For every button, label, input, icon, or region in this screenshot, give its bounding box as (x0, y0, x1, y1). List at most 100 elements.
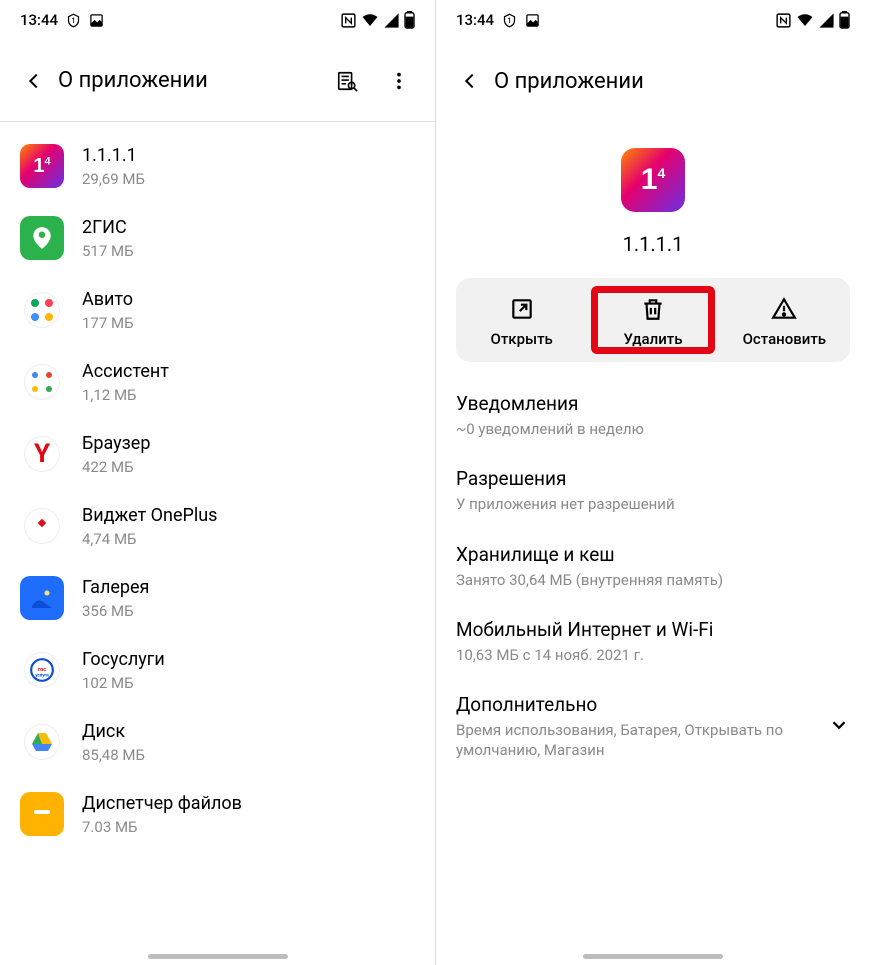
setting-notifications[interactable]: Уведомления ~0 уведомлений в неделю (456, 392, 850, 439)
chevron-left-icon (23, 70, 45, 92)
more-button[interactable] (377, 59, 421, 103)
delete-button[interactable]: Удалить (587, 296, 718, 348)
app-row[interactable]: Авито 177 МБ (0, 274, 435, 346)
list-search-icon (336, 70, 358, 92)
delete-label: Удалить (623, 330, 682, 348)
app-row[interactable]: Ассистент 1,12 МБ (0, 346, 435, 418)
search-apps-button[interactable] (325, 59, 369, 103)
app-size: 356 МБ (82, 602, 149, 620)
app-icon-disk (24, 724, 60, 760)
shield-icon: 1 (66, 13, 81, 28)
status-bar: 13:44 1 (0, 0, 435, 40)
app-size: 177 МБ (82, 314, 134, 332)
warning-icon (771, 296, 797, 322)
app-row[interactable]: Диспетчер файлов 7.03 МБ (0, 778, 435, 850)
status-time: 13:44 (20, 11, 58, 29)
detail-app-name: 1.1.1.1 (623, 232, 684, 256)
image-icon (525, 13, 540, 28)
app-name: Авито (82, 288, 134, 311)
stop-button[interactable]: Остановить (719, 296, 850, 348)
setting-title: Дополнительно (456, 693, 828, 716)
settings-list: Уведомления ~0 уведомлений в неделю Разр… (436, 362, 870, 761)
nfc-icon (775, 12, 792, 29)
svg-text:1: 1 (508, 17, 512, 25)
setting-title: Хранилище и кеш (456, 543, 850, 566)
app-icon-gallery (20, 576, 64, 620)
app-icon-avito (24, 292, 60, 328)
status-time: 13:44 (456, 11, 494, 29)
phone-right: 13:44 1 О приложении 14 1.1.1.1 Открыть (435, 0, 870, 965)
header: О приложении (436, 40, 870, 122)
app-row[interactable]: 14 1.1.1.1 29,69 МБ (0, 130, 435, 202)
setting-title: Уведомления (456, 392, 850, 415)
app-name: Браузер (82, 432, 150, 455)
shield-icon: 1 (502, 13, 517, 28)
setting-sub: Занято 30,64 МБ (внутренняя память) (456, 570, 850, 590)
app-row[interactable]: Y Браузер 422 МБ (0, 418, 435, 490)
app-row[interactable]: Диск 85,48 МБ (0, 706, 435, 778)
app-size: 422 МБ (82, 458, 150, 476)
setting-advanced[interactable]: Дополнительно Время использования, Батар… (456, 693, 850, 761)
header: О приложении (0, 40, 435, 122)
trash-icon (640, 296, 666, 322)
wifi-icon (796, 11, 814, 29)
more-vert-icon (388, 70, 410, 92)
app-name: Виджет OnePlus (82, 504, 217, 527)
app-name: Ассистент (82, 360, 169, 383)
setting-permissions[interactable]: Разрешения У приложения нет разрешений (456, 467, 850, 514)
signal-icon (818, 12, 835, 29)
status-bar: 13:44 1 (436, 0, 870, 40)
phone-left: 13:44 1 О приложении 14 (0, 0, 435, 965)
app-icon-widget (24, 508, 60, 544)
stop-label: Остановить (743, 330, 826, 348)
app-icon-hero: 14 (621, 148, 685, 212)
app-size: 102 МБ (82, 674, 165, 692)
app-name: Диспетчер файлов (82, 792, 242, 815)
app-size: 29,69 МБ (82, 170, 145, 188)
app-size: 517 МБ (82, 242, 134, 260)
nav-pill[interactable] (148, 954, 288, 959)
app-row[interactable]: 2ГИС 517 МБ (0, 202, 435, 274)
nav-pill[interactable] (583, 954, 723, 959)
app-row[interactable]: Галерея 356 МБ (0, 562, 435, 634)
setting-storage[interactable]: Хранилище и кеш Занято 30,64 МБ (внутрен… (456, 543, 850, 590)
setting-data[interactable]: Мобильный Интернет и Wi-Fi 10,63 МБ с 14… (456, 618, 850, 665)
app-list[interactable]: 14 1.1.1.1 29,69 МБ 2ГИС 517 МБ Авито 17… (0, 122, 435, 965)
open-button[interactable]: Открыть (456, 296, 587, 348)
app-icon-browser: Y (24, 436, 60, 472)
open-label: Открыть (491, 330, 553, 348)
app-name: Госуслуги (82, 648, 165, 671)
open-icon (509, 296, 535, 322)
action-bar: Открыть Удалить Остановить (456, 278, 850, 362)
chevron-down-icon (828, 714, 850, 740)
app-name: 2ГИС (82, 216, 134, 239)
setting-sub: Время использования, Батарея, Открывать … (456, 720, 828, 761)
app-name: Галерея (82, 576, 149, 599)
app-icon-2gis (20, 216, 64, 260)
app-size: 4,74 МБ (82, 530, 217, 548)
chevron-left-icon (459, 70, 481, 92)
setting-title: Разрешения (456, 467, 850, 490)
app-name: 1.1.1.1 (82, 144, 145, 167)
battery-icon (839, 11, 850, 29)
app-name: Диск (82, 720, 145, 743)
setting-sub: ~0 уведомлений в неделю (456, 419, 850, 439)
back-button[interactable] (450, 61, 490, 101)
wifi-icon (361, 11, 379, 29)
setting-sub: 10,63 МБ с 14 нояб. 2021 г. (456, 645, 850, 665)
page-title: О приложении (58, 68, 208, 93)
app-row[interactable]: Виджет OnePlus 4,74 МБ (0, 490, 435, 562)
app-size: 7.03 МБ (82, 818, 242, 836)
battery-icon (404, 11, 415, 29)
svg-text:1: 1 (72, 17, 76, 25)
signal-icon (383, 12, 400, 29)
image-icon (89, 13, 104, 28)
nfc-icon (340, 12, 357, 29)
app-detail: 14 1.1.1.1 Открыть Удалить Остановить Ув… (436, 122, 870, 965)
svg-text:гос: гос (38, 667, 46, 673)
app-icon-1111: 14 (20, 144, 64, 188)
back-button[interactable] (14, 61, 54, 101)
app-icon-files (20, 792, 64, 836)
svg-text:услуги: услуги (35, 674, 49, 679)
app-row[interactable]: госуслуги Госуслуги 102 МБ (0, 634, 435, 706)
